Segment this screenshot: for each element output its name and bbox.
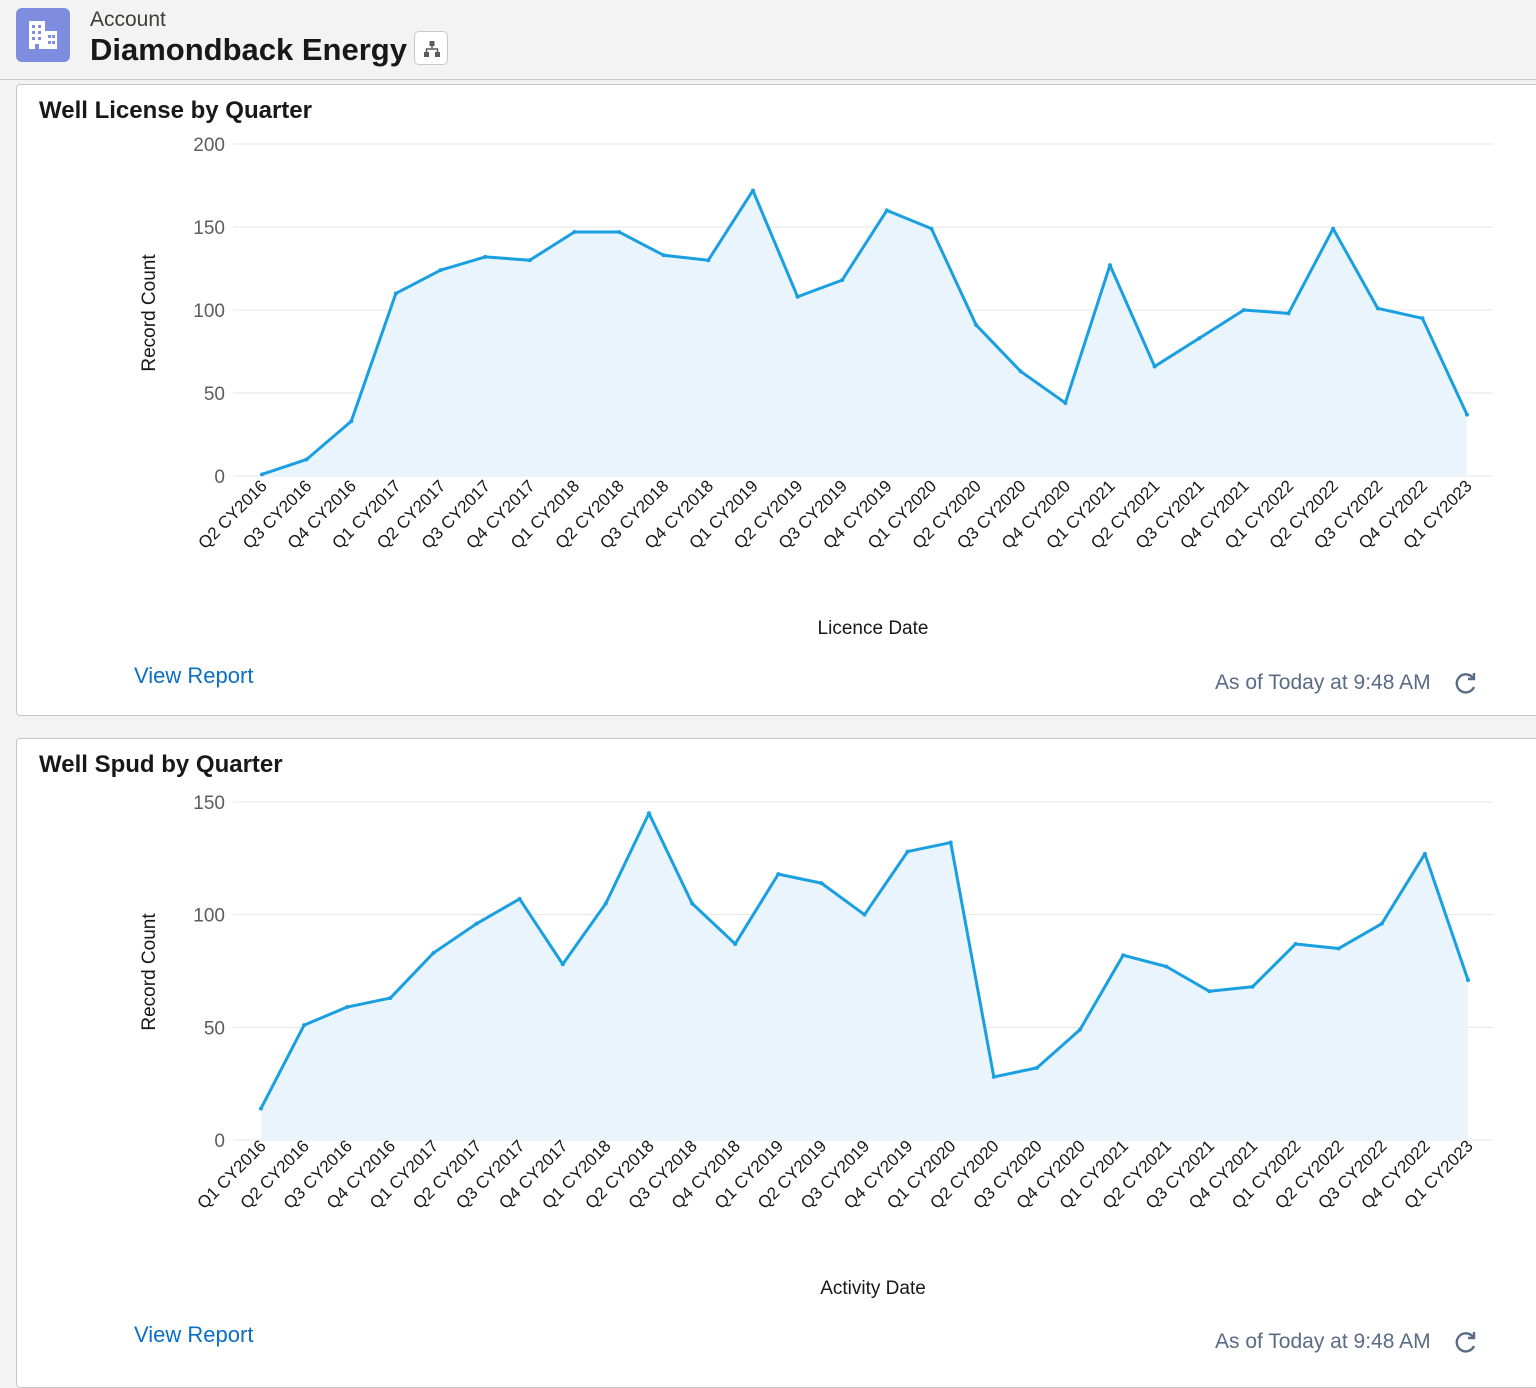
data-point xyxy=(1420,316,1425,321)
data-point xyxy=(1034,1065,1039,1070)
data-point xyxy=(603,901,608,906)
as-of-timestamp: As of Today at 9:48 AM xyxy=(1215,671,1431,694)
y-tick-label: 100 xyxy=(193,906,225,927)
hierarchy-button[interactable] xyxy=(414,31,448,65)
data-point xyxy=(260,472,264,477)
data-point xyxy=(304,457,309,462)
data-point xyxy=(438,268,443,273)
data-point xyxy=(905,849,910,854)
y-tick-label: 100 xyxy=(193,301,225,322)
data-point xyxy=(1197,336,1202,341)
data-point xyxy=(776,872,781,877)
record-title: Diamondback Energy xyxy=(90,32,407,67)
data-point xyxy=(1286,311,1291,316)
data-point xyxy=(1107,263,1112,268)
data-point xyxy=(1466,978,1470,983)
y-axis-title: Record Count xyxy=(139,913,160,1031)
data-point xyxy=(1121,953,1126,958)
y-axis-title: Record Count xyxy=(139,254,160,372)
data-point xyxy=(560,962,565,967)
data-point xyxy=(862,912,867,917)
data-point xyxy=(345,1005,350,1010)
data-point xyxy=(1063,400,1068,405)
data-point xyxy=(733,941,738,946)
data-point xyxy=(1422,851,1427,856)
data-point xyxy=(1152,364,1157,369)
data-point xyxy=(1207,989,1212,994)
refresh-icon[interactable] xyxy=(1453,1329,1479,1355)
x-axis-title: Activity Date xyxy=(820,1278,926,1299)
data-point xyxy=(750,188,755,193)
y-tick-label: 200 xyxy=(193,135,225,156)
data-point xyxy=(527,258,532,263)
data-point xyxy=(948,840,953,845)
data-point xyxy=(1018,369,1023,374)
y-tick-label: 50 xyxy=(204,1018,225,1039)
refresh-icon[interactable] xyxy=(1453,670,1479,696)
data-point xyxy=(572,229,577,234)
data-point xyxy=(1293,941,1298,946)
object-label: Account xyxy=(90,8,166,31)
data-point xyxy=(1078,1027,1083,1032)
well-license-chart: 050100150200Q2 CY2016Q3 CY2016Q4 CY2016Q… xyxy=(139,135,1493,639)
data-point xyxy=(1375,306,1380,311)
data-point xyxy=(388,996,393,1001)
data-point xyxy=(1331,226,1336,231)
y-tick-label: 0 xyxy=(214,467,225,488)
data-point xyxy=(991,1074,996,1079)
data-point xyxy=(259,1106,263,1111)
data-point xyxy=(474,921,479,926)
data-point xyxy=(974,322,979,327)
data-point xyxy=(840,278,845,283)
y-tick-label: 150 xyxy=(193,218,225,239)
data-point xyxy=(646,811,651,816)
well-spud-chart: 050100150Q1 CY2016Q2 CY2016Q3 CY2016Q4 C… xyxy=(139,793,1493,1299)
data-point xyxy=(690,901,695,906)
data-point xyxy=(1336,946,1341,951)
view-report-link[interactable]: View Report xyxy=(134,663,253,689)
data-point xyxy=(795,294,800,299)
report-card-well-spud: Well Spud by Quarter 0 50 100 150 Q1 CY2016 Q… xyxy=(16,738,1536,1388)
building-icon xyxy=(16,8,70,62)
data-point xyxy=(1164,964,1169,969)
data-point xyxy=(302,1023,307,1028)
y-tick-label: 150 xyxy=(193,793,225,814)
data-point xyxy=(349,419,354,424)
record-header: Account Diamondback Energy xyxy=(0,0,1536,80)
data-point xyxy=(1241,308,1246,312)
data-point xyxy=(706,258,711,263)
y-tick-label: 0 xyxy=(214,1131,225,1152)
data-point xyxy=(661,253,666,258)
data-point xyxy=(929,226,934,231)
area-fill xyxy=(262,190,1467,476)
data-point xyxy=(431,950,436,955)
data-point xyxy=(1250,984,1255,989)
hierarchy-icon xyxy=(424,41,440,57)
data-point xyxy=(617,229,622,234)
data-point xyxy=(819,881,824,886)
data-point xyxy=(884,208,889,213)
data-point xyxy=(517,896,522,901)
data-point xyxy=(393,291,398,296)
area-fill xyxy=(261,813,1468,1140)
report-card-well-license: Well License by Quarter 0 50 100 150 200 Q2 C… xyxy=(16,84,1536,716)
view-report-link[interactable]: View Report xyxy=(134,1322,253,1348)
data-point xyxy=(483,254,488,259)
y-tick-label: 50 xyxy=(204,384,225,405)
data-point xyxy=(1379,921,1384,926)
as-of-timestamp: As of Today at 9:48 AM xyxy=(1215,1330,1431,1353)
data-point xyxy=(1465,412,1469,417)
x-axis-title: Licence Date xyxy=(818,618,929,639)
